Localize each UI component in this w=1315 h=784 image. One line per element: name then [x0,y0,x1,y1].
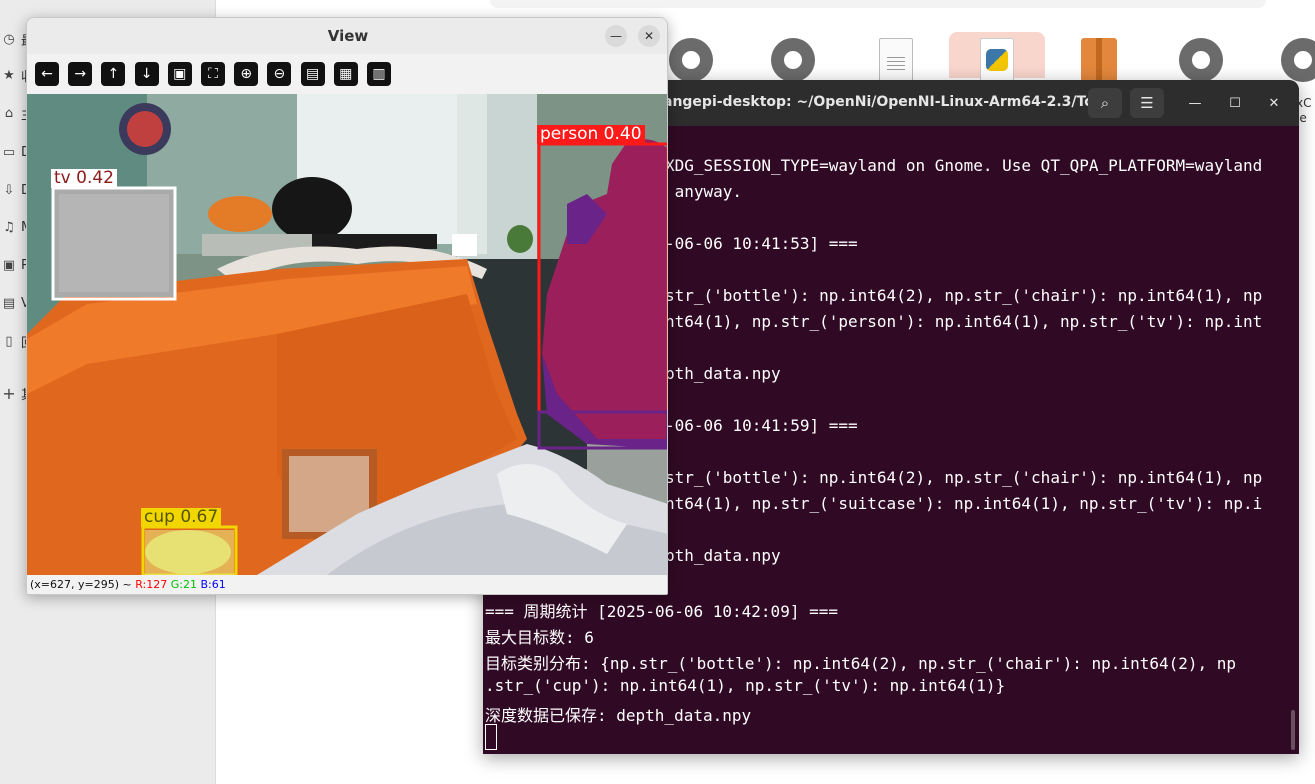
terminal-line: 最大目标数: 6 [485,628,594,647]
cursor-coordinates: (x=627, y=295) ~ [30,578,136,591]
terminal-line: 深度数据已保存: depth_data.npy [485,706,752,725]
terminal-line: str_('bottle'): np.int64(2), np.str_('ch… [665,468,1263,487]
terminal-line: nt64(1), np.str_('person'): np.int64(1),… [665,312,1263,331]
file-item[interactable] [1051,32,1147,82]
save-image-button[interactable]: ▤ [300,62,325,86]
zoom-x1-button[interactable]: ▣ [167,62,192,86]
terminal-line: pth_data.npy [665,364,781,383]
search-icon: ⌕ [1100,94,1110,112]
view-close-button[interactable]: ✕ [638,25,660,47]
settings-file-icon [1179,38,1223,82]
terminal-line: str_('bottle'): np.int64(2), np.str_('ch… [665,286,1263,305]
file-item[interactable] [1255,32,1315,82]
minimize-button[interactable]: — [1185,93,1205,113]
settings-file-icon [669,38,713,82]
detection-label-tv: tv 0.42 [51,169,117,188]
terminal-line: 目标类别分布: {np.str_('bottle'): np.int64(2),… [485,654,1237,673]
pan-up-button[interactable]: ↑ [101,62,126,86]
zoom-out-button[interactable]: ⊖ [267,62,292,86]
terminal-title: angepi-desktop: ~/OpenNi/OpenNI-Linux-Ar… [663,94,1117,110]
view-titlebar: View — ✕ [27,18,667,54]
view-title: View [327,27,369,45]
terminal-line: XDG_SESSION_TYPE=wayland on Gnome. Use Q… [665,156,1263,175]
copy-clipboard-button[interactable]: ▦ [333,62,358,86]
pan-down-button[interactable]: ↓ [134,62,159,86]
plus-icon: + [2,383,16,403]
terminal-line: nt64(1), np.str_('suitcase'): np.int64(1… [665,494,1263,513]
file-item[interactable] [848,32,944,82]
hamburger-icon: ☰ [1140,94,1154,112]
download-icon: ⇩ [3,182,15,198]
terminal-scrollbar[interactable] [1291,710,1295,750]
red-value: R:127 [135,578,168,591]
music-icon: ♫ [3,219,15,235]
terminal-line: .str_('cup'): np.int64(1), np.str_('tv')… [485,676,1006,695]
pan-right-button[interactable]: → [68,62,93,86]
settings-file-icon [1281,38,1315,82]
terminal-line: -06-06 10:41:59] === [665,416,858,435]
menu-button[interactable]: ☰ [1130,88,1164,118]
properties-button[interactable]: ▥ [367,62,391,86]
trash-icon: ▯ [5,333,13,349]
star-icon: ★ [3,67,15,83]
file-item[interactable] [949,32,1045,82]
terminal-cursor [485,724,497,750]
python-file-icon [980,38,1014,82]
close-button[interactable]: ✕ [1264,93,1284,113]
detection-label-cup: cup 0.67 [141,508,222,527]
zoom-in-button[interactable]: ⊕ [234,62,259,86]
video-icon: ▤ [2,295,16,311]
terminal-line: pth_data.npy [665,546,781,565]
detection-label-person: person 0.40 [537,125,645,144]
document-icon: ▭ [2,144,16,160]
picture-icon: ▣ [2,257,16,273]
terminal-line: -06-06 10:41:53] === [665,234,858,253]
camera-frame[interactable]: tv 0.42 person 0.40 cup 0.67 [27,94,667,575]
search-button[interactable]: ⌕ [1088,88,1122,118]
file-item[interactable] [745,32,841,82]
settings-file-icon [771,38,815,82]
view-minimize-button[interactable]: — [605,25,627,47]
zoom-fit-button[interactable]: ⛶ [201,62,225,86]
camera-image [27,94,667,575]
maximize-button[interactable]: ☐ [1225,93,1245,113]
view-window[interactable]: View — ✕ ← → ↑ ↓ ▣ ⛶ ⊕ ⊖ ▤ ▦ ▥ tv 0.42 p… [26,17,668,595]
blue-value: B:61 [200,578,226,591]
view-toolbar: ← → ↑ ↓ ▣ ⛶ ⊕ ⊖ ▤ ▦ ▥ [27,54,667,94]
terminal-line: === 周期统计 [2025-06-06 10:42:09] === [485,602,838,621]
home-icon: ⌂ [4,105,14,121]
file-item[interactable] [1153,32,1249,82]
terminal-line: anyway. [665,182,743,201]
archive-file-icon [1081,38,1117,82]
pixel-status-bar: (x=627, y=295) ~ R:127 G:21 B:61 [27,575,667,594]
clock-icon: ◷ [3,31,15,47]
pan-left-button[interactable]: ← [35,62,59,86]
file-manager-topbar [490,0,1266,8]
green-value: G:21 [170,578,197,591]
text-file-icon [879,38,913,82]
